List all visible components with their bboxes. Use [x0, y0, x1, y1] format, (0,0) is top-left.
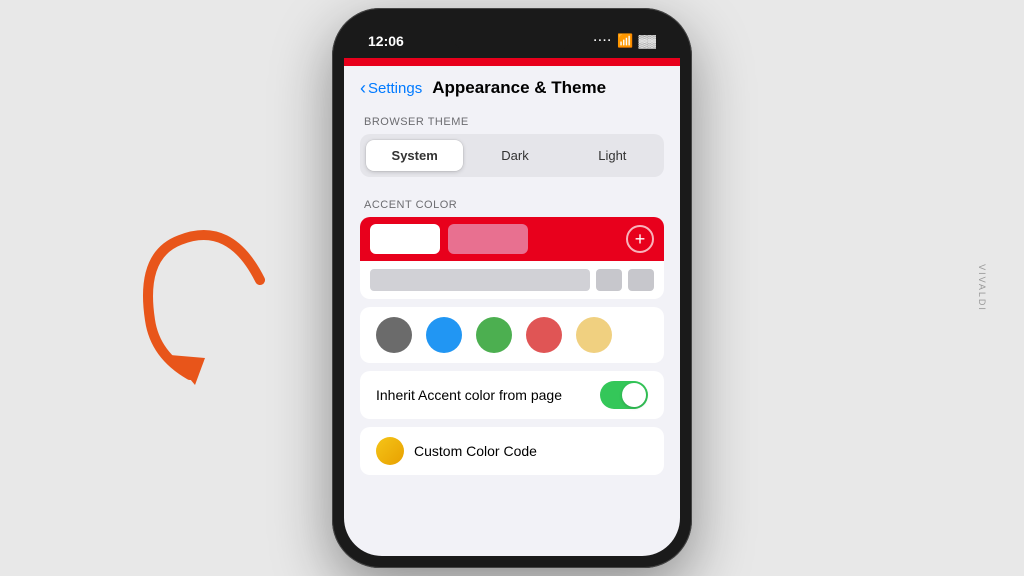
custom-color-label: Custom Color Code — [414, 443, 537, 459]
status-time: 12:06 — [368, 33, 404, 49]
recent-color-bar — [370, 269, 590, 291]
color-strip: + — [360, 217, 664, 261]
theme-dark-button[interactable]: Dark — [466, 137, 563, 174]
page-title: Appearance & Theme — [432, 78, 606, 98]
color-circles-row — [360, 307, 664, 363]
inherit-accent-toggle[interactable] — [600, 381, 648, 409]
inherit-accent-label: Inherit Accent color from page — [376, 387, 562, 403]
back-button[interactable]: ‹ Settings — [360, 80, 422, 97]
color-circle-green[interactable] — [476, 317, 512, 353]
color-chip-pink[interactable] — [448, 224, 528, 254]
color-circle-blue[interactable] — [426, 317, 462, 353]
custom-color-circle — [376, 437, 404, 465]
notch — [452, 20, 572, 52]
screen-content: ‹ Settings Appearance & Theme BROWSER TH… — [344, 66, 680, 556]
decorative-arrow — [100, 200, 300, 400]
recent-color-sq2 — [628, 269, 654, 291]
custom-color-row[interactable]: Custom Color Code — [360, 427, 664, 475]
vivaldi-watermark: VIVALDI — [977, 264, 987, 312]
red-accent-bar — [344, 58, 680, 66]
accent-color-row: + — [360, 217, 664, 299]
theme-light-button[interactable]: Light — [564, 137, 661, 174]
recent-color-sq1 — [596, 269, 622, 291]
color-circle-yellow[interactable] — [576, 317, 612, 353]
color-circle-red[interactable] — [526, 317, 562, 353]
theme-system-button[interactable]: System — [366, 140, 463, 171]
back-label: Settings — [368, 80, 422, 97]
battery-icon: ▓▓ — [639, 34, 657, 48]
status-icons: ···· 📶 ▓▓ — [594, 33, 656, 49]
color-circle-gray[interactable] — [376, 317, 412, 353]
phone-frame: 12:06 ···· 📶 ▓▓ ‹ Settings Appearance & … — [332, 8, 692, 568]
settings-scroll: BROWSER THEME System Dark Light ACCENT C… — [344, 106, 680, 556]
wifi-icon: 📶 — [617, 33, 633, 49]
accent-color-label: ACCENT COLOR — [360, 189, 664, 217]
inherit-accent-row: Inherit Accent color from page — [360, 371, 664, 419]
signal-dots-icon: ···· — [594, 35, 613, 47]
theme-selector: System Dark Light — [360, 134, 664, 177]
add-color-button[interactable]: + — [626, 225, 654, 253]
chevron-left-icon: ‹ — [360, 79, 366, 97]
toggle-knob — [622, 383, 646, 407]
browser-theme-label: BROWSER THEME — [360, 106, 664, 134]
recent-colors-row — [360, 261, 664, 299]
navigation-bar: ‹ Settings Appearance & Theme — [344, 66, 680, 106]
color-chip-white[interactable] — [370, 224, 440, 254]
